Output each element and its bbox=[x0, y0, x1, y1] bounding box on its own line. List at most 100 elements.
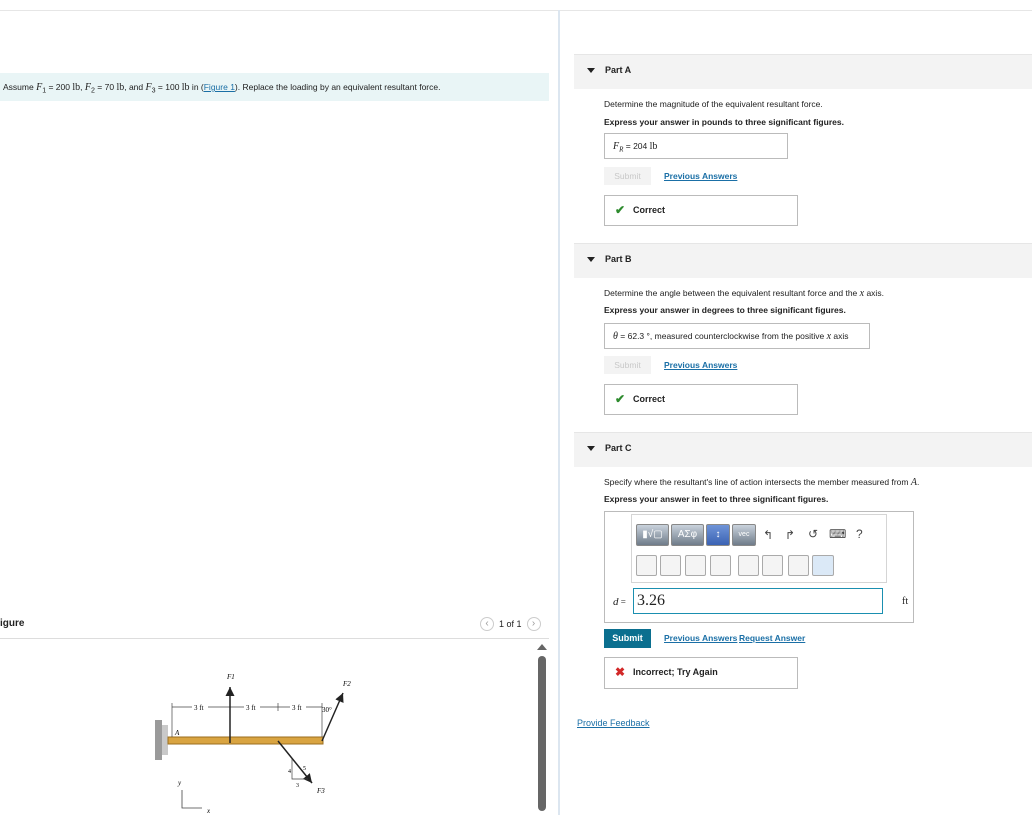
part-a-answer-box: FR = 204 lb bbox=[604, 133, 788, 159]
arrow-down-button[interactable] bbox=[710, 555, 731, 576]
axes-icon bbox=[181, 790, 202, 809]
figure-title: igure bbox=[0, 618, 25, 629]
math-answer-editor: ▮√▢ ΑΣφ ↕ vec ↰ ↱ ↺ ⌨ ? d = 3.26 ft bbox=[604, 511, 914, 623]
greek-symbols-button[interactable]: ΑΣφ bbox=[671, 524, 704, 546]
part-a-header[interactable]: Part A bbox=[574, 54, 1032, 89]
problem-statement: Assume F1 = 200 lb, F2 = 70 lb, and F3 =… bbox=[0, 73, 549, 101]
wall-plate bbox=[162, 725, 168, 755]
feedback-text: Correct bbox=[633, 394, 666, 404]
arrow-right-button[interactable] bbox=[660, 555, 681, 576]
vector-button[interactable]: ↕ bbox=[706, 524, 730, 546]
vec-button[interactable]: vec bbox=[732, 524, 756, 546]
part-b-previous-answers-link[interactable]: Previous Answers bbox=[664, 360, 737, 370]
answer-value: = 204 bbox=[623, 141, 650, 151]
question-text-end: . bbox=[916, 477, 920, 487]
answer-unit: lb bbox=[649, 141, 658, 152]
force-f3-arrow bbox=[277, 740, 313, 784]
dim-label: 3 ft bbox=[292, 704, 302, 712]
part-c-feedback: ✖ Incorrect; Try Again bbox=[604, 657, 798, 689]
check-icon: ✔ bbox=[615, 392, 626, 406]
check-icon: ✔ bbox=[615, 203, 626, 217]
problem-text: Assume bbox=[3, 82, 37, 92]
figure-pager: ‹ 1 of 1 › bbox=[480, 617, 541, 631]
part-b-instruction: Express your answer in degrees to three … bbox=[604, 305, 846, 315]
part-a-feedback: ✔ Correct bbox=[604, 195, 798, 226]
unit-lb: lb bbox=[181, 82, 190, 93]
next-figure-button[interactable]: › bbox=[526, 617, 541, 631]
d-label: d = bbox=[613, 596, 626, 608]
part-a-previous-answers-link[interactable]: Previous Answers bbox=[664, 171, 737, 181]
slope-4: 4 bbox=[288, 769, 291, 775]
math-toolbar: ▮√▢ ΑΣφ ↕ vec ↰ ↱ ↺ ⌨ ? bbox=[631, 514, 887, 583]
redo-icon[interactable]: ↱ bbox=[785, 529, 795, 541]
provide-feedback-link[interactable]: Provide Feedback bbox=[577, 718, 650, 728]
text-eq2: = 70 bbox=[94, 82, 117, 92]
label-f2: F2 bbox=[342, 680, 351, 688]
scrollbar-thumb[interactable] bbox=[538, 656, 546, 811]
templates-button[interactable]: ▮√▢ bbox=[636, 524, 669, 546]
part-c-instruction: Express your answer in feet to three sig… bbox=[604, 494, 829, 504]
wall-support bbox=[155, 720, 162, 760]
dim-label: 3 ft bbox=[194, 704, 204, 712]
part-c-request-answer-link[interactable]: Request Answer bbox=[739, 633, 805, 643]
delete-button[interactable] bbox=[788, 555, 809, 576]
text-eq1: = 200 bbox=[46, 82, 73, 92]
label-f1: F1 bbox=[226, 673, 235, 681]
part-c-submit-button[interactable]: Submit bbox=[604, 629, 651, 648]
question-text: Specify where the resultant's line of ac… bbox=[604, 477, 911, 487]
force-f2-arrow bbox=[321, 692, 344, 742]
figure-divider bbox=[0, 638, 549, 639]
text-mid: in ( bbox=[189, 82, 204, 92]
text-eq3: = 100 bbox=[155, 82, 182, 92]
d-answer-input[interactable]: 3.26 bbox=[633, 588, 883, 614]
label-f3: F3 bbox=[316, 787, 325, 795]
part-a-submit-button[interactable]: Submit bbox=[604, 167, 651, 185]
d-eq: = bbox=[618, 597, 626, 607]
prev-figure-button[interactable]: ‹ bbox=[480, 617, 494, 631]
reset-icon[interactable]: ↺ bbox=[808, 528, 818, 540]
arrow-left-button[interactable] bbox=[636, 555, 657, 576]
text-post: ). Replace the loading by an equivalent … bbox=[234, 82, 441, 92]
figure-diagram: 3 ft 3 ft 3 ft F1 F2 30° F3 4 5 3 A y x bbox=[155, 673, 351, 815]
pager-text: 1 of 1 bbox=[499, 619, 522, 629]
keypad-button[interactable] bbox=[812, 555, 834, 576]
help-icon[interactable]: ? bbox=[856, 528, 863, 540]
part-a-label: Part A bbox=[605, 65, 632, 75]
unit-lb: lb bbox=[72, 82, 81, 93]
label-x: x bbox=[206, 807, 211, 815]
label-a: A bbox=[174, 729, 180, 737]
x-icon: ✖ bbox=[615, 665, 626, 679]
part-b-submit-button[interactable]: Submit bbox=[604, 356, 651, 374]
question-text: Determine the angle between the equivale… bbox=[604, 288, 860, 298]
rotate-ccw-button[interactable] bbox=[738, 555, 759, 576]
part-c-question: Specify where the resultant's line of ac… bbox=[604, 477, 919, 488]
answer-panel: Part A Determine the magnitude of the eq… bbox=[560, 0, 1032, 815]
angle-label: 30° bbox=[322, 706, 332, 714]
answer-post: axis bbox=[831, 331, 849, 341]
undo-icon[interactable]: ↰ bbox=[763, 529, 773, 541]
figure-link[interactable]: Figure 1 bbox=[204, 82, 235, 92]
part-c-previous-answers-link[interactable]: Previous Answers bbox=[664, 633, 737, 643]
slope-3: 3 bbox=[296, 783, 299, 789]
problem-panel: Assume F1 = 200 lb, F2 = 70 lb, and F3 =… bbox=[0, 0, 558, 815]
part-b-label: Part B bbox=[605, 254, 632, 264]
feedback-text: Incorrect; Try Again bbox=[633, 667, 718, 677]
part-b-question: Determine the angle between the equivale… bbox=[604, 288, 884, 299]
d-unit: ft bbox=[902, 596, 909, 607]
arrow-up-button[interactable] bbox=[685, 555, 706, 576]
part-c-header[interactable]: Part C bbox=[574, 432, 1032, 467]
beam bbox=[167, 736, 324, 745]
feedback-text: Correct bbox=[633, 205, 666, 215]
label-y: y bbox=[177, 779, 182, 787]
slope-5: 5 bbox=[303, 766, 306, 772]
scroll-up-arrow[interactable] bbox=[537, 644, 547, 650]
part-b-answer-box: θ = 62.3 °, measured counterclockwise fr… bbox=[604, 323, 870, 349]
answer-value: = 62.3 °, measured counterclockwise from… bbox=[617, 331, 827, 341]
collapse-triangle-icon bbox=[587, 68, 595, 73]
part-a-instruction: Express your answer in pounds to three s… bbox=[604, 117, 844, 127]
part-b-header[interactable]: Part B bbox=[574, 243, 1032, 278]
part-b-feedback: ✔ Correct bbox=[604, 384, 798, 415]
dim-label: 3 ft bbox=[246, 704, 256, 712]
keyboard-icon[interactable]: ⌨ bbox=[829, 528, 846, 540]
rotate-cw-button[interactable] bbox=[762, 555, 783, 576]
